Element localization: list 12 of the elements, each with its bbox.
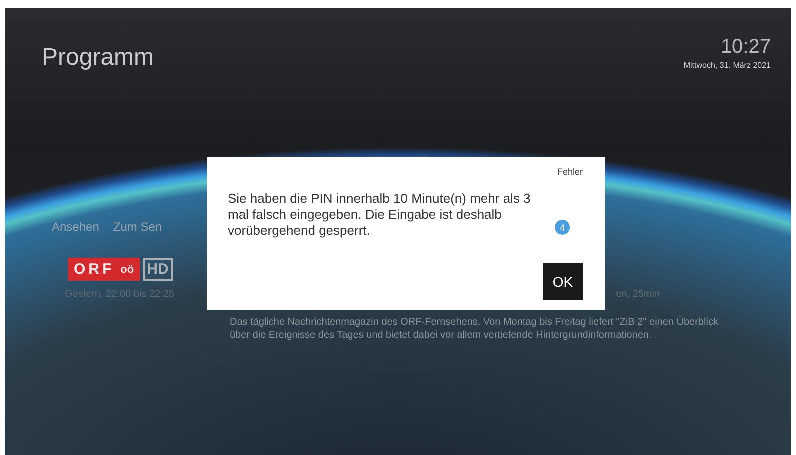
- page-title: Programm: [42, 44, 154, 72]
- ok-button[interactable]: OK: [543, 263, 583, 300]
- action-button[interactable]: Zum Sen: [113, 220, 162, 234]
- hd-logo: HD: [143, 258, 173, 281]
- action-button[interactable]: Ansehen: [52, 220, 100, 234]
- dialog-title: Fehler: [557, 167, 583, 177]
- error-message: Sie haben die PIN innerhalb 10 Minute(n) mehr als 3 mal falsch eingegeben. Die Eingabe ist deshalb vorübergehend gesperrt.: [228, 191, 532, 239]
- clock-time: 10:27: [720, 36, 771, 59]
- clock-date: Mittwoch, 31. März 2021: [684, 61, 771, 70]
- channel-name-logo: ORF oö: [68, 258, 140, 281]
- number-badge: 4: [555, 220, 570, 235]
- description-text: Das tägliche Nachrichtenmagazin des ORF-Fernsehens. Von Montag bis Freitag liefert "ZiB 2" einen Überblick über die Ereignisse des Tages und bietet dabei vor allem vertiefende Hintergrundinformationen.: [230, 316, 720, 342]
